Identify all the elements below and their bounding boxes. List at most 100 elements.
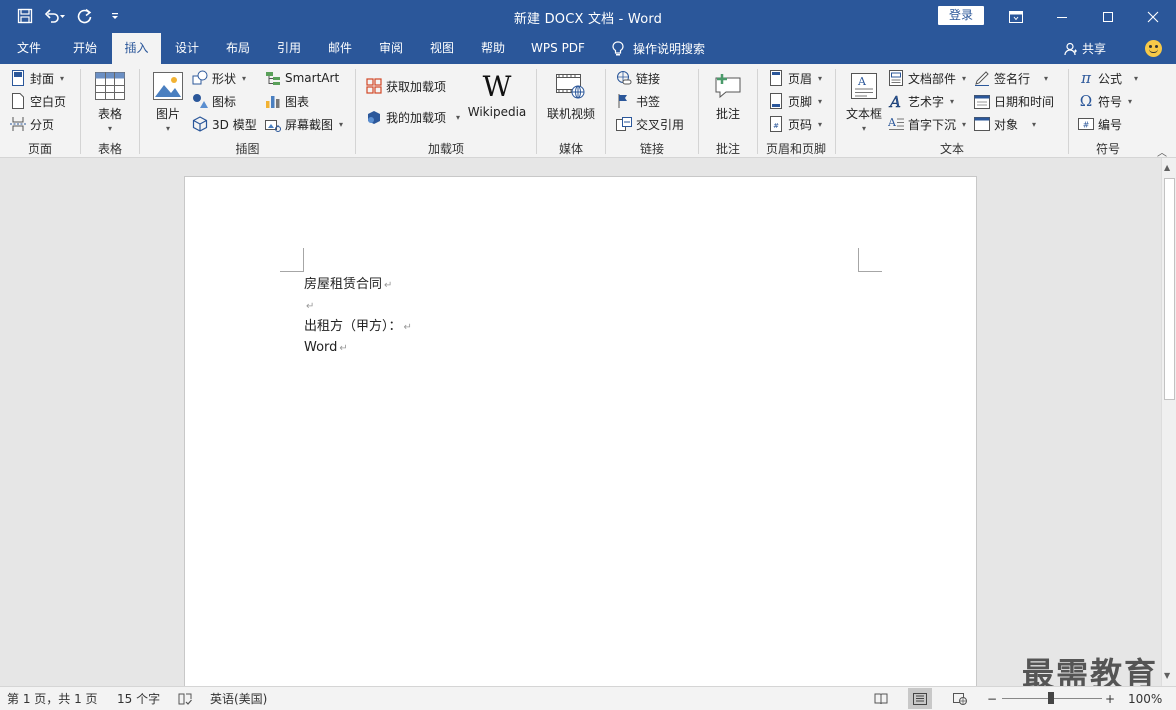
redo-icon[interactable]: [72, 4, 98, 28]
web-layout-icon[interactable]: [948, 688, 972, 709]
scroll-up-icon[interactable]: ▲: [1164, 163, 1170, 172]
word-count-status[interactable]: 15 个字: [117, 690, 160, 708]
shapes-button[interactable]: 形状 ▾: [192, 68, 246, 88]
group-label-media: 媒体: [558, 142, 583, 156]
zoom-out-icon[interactable]: −: [987, 690, 997, 708]
tab-insert[interactable]: 插入: [112, 33, 161, 64]
cover-page-button[interactable]: 封面 ▾: [10, 68, 64, 88]
date-time-button[interactable]: 日期和时间: [974, 91, 1054, 111]
tab-mailings[interactable]: 邮件: [317, 33, 363, 64]
chart-button[interactable]: 图表: [265, 91, 309, 111]
footer-label: 页脚: [788, 94, 813, 109]
undo-icon[interactable]: [42, 4, 68, 28]
vertical-scrollbar[interactable]: ▲ ▼: [1161, 158, 1176, 686]
page-count-status[interactable]: 第 1 页，共 1 页: [7, 690, 98, 708]
page-number-button[interactable]: # 页码 ▾: [768, 114, 822, 134]
minimize-icon[interactable]: [1039, 0, 1085, 33]
document-paragraph[interactable]: ↵: [304, 295, 412, 316]
customize-qat-icon[interactable]: [102, 4, 128, 28]
document-body[interactable]: 房屋租赁合同 ↵ ↵ 出租方（甲方）： ↵ Word ↵: [304, 274, 412, 358]
cube-icon: [192, 116, 208, 132]
comment-label: 批注: [715, 107, 740, 121]
signature-line-button[interactable]: 签名行 ▾: [974, 68, 1048, 88]
table-button[interactable]: 表格 ▾: [90, 70, 130, 133]
header-button[interactable]: 页眉 ▾: [768, 68, 822, 88]
document-canvas: 房屋租赁合同 ↵ ↵ 出租方（甲方）： ↵ Word ↵: [0, 158, 1161, 686]
comment-icon: [712, 70, 744, 102]
smartart-button[interactable]: SmartArt: [265, 68, 339, 88]
drop-cap-icon: A: [888, 116, 904, 132]
login-button[interactable]: 登录: [938, 6, 984, 25]
bookmark-button[interactable]: 书签: [616, 91, 660, 111]
tab-home[interactable]: 开始: [62, 33, 108, 64]
wikipedia-icon: W: [482, 69, 512, 103]
tab-view[interactable]: 视图: [419, 33, 465, 64]
collapse-ribbon-icon[interactable]: ︿: [1157, 144, 1167, 159]
zoom-slider-thumb[interactable]: [1048, 692, 1054, 704]
language-status[interactable]: 英语(美国): [210, 690, 267, 708]
cover-page-icon: [10, 70, 26, 86]
3d-models-button[interactable]: 3D 模型: [192, 114, 257, 134]
new-comment-button[interactable]: 批注: [708, 70, 748, 122]
save-icon[interactable]: [12, 4, 38, 28]
tab-design[interactable]: 设计: [164, 33, 210, 64]
pictures-button[interactable]: 图片 ▾: [149, 70, 187, 133]
document-paragraph[interactable]: Word ↵: [304, 337, 412, 358]
read-mode-icon[interactable]: [869, 688, 893, 709]
blank-page-button[interactable]: 空白页: [10, 91, 66, 111]
feedback-smiley-icon[interactable]: [1145, 40, 1162, 57]
get-addins-button[interactable]: 获取加载项: [366, 76, 446, 96]
online-video-label: 联机视频: [546, 107, 595, 121]
footer-button[interactable]: 页脚 ▾: [768, 91, 822, 111]
shapes-icon: [192, 70, 208, 86]
number-button[interactable]: # 编号: [1078, 114, 1122, 134]
icons-button[interactable]: 图标: [192, 91, 236, 111]
close-icon[interactable]: [1130, 0, 1176, 33]
text-box-button[interactable]: A 文本框 ▾: [843, 70, 885, 133]
wordart-button[interactable]: A 艺术字 ▾: [888, 91, 954, 111]
share-button[interactable]: 共享: [1064, 33, 1106, 64]
document-page[interactable]: 房屋租赁合同 ↵ ↵ 出租方（甲方）： ↵ Word ↵: [184, 176, 977, 686]
bookmark-icon: [616, 93, 632, 109]
group-label-pages: 页面: [27, 142, 52, 156]
screenshot-label: 屏幕截图: [285, 117, 334, 132]
proofing-status[interactable]: [178, 690, 192, 708]
object-button[interactable]: 对象 ▾: [974, 114, 1036, 134]
quick-parts-button[interactable]: 文档部件 ▾: [888, 68, 966, 88]
symbol-button[interactable]: Ω 符号 ▾: [1078, 91, 1132, 111]
drop-cap-button[interactable]: A 首字下沉 ▾: [888, 114, 966, 134]
document-paragraph[interactable]: 出租方（甲方）： ↵: [304, 316, 412, 337]
symbol-label: 符号: [1098, 94, 1123, 109]
zoom-level[interactable]: 100%: [1128, 690, 1162, 708]
share-label: 共享: [1082, 41, 1107, 56]
wikipedia-button[interactable]: W Wikipedia: [466, 69, 528, 120]
tab-review[interactable]: 审阅: [368, 33, 414, 64]
tab-file[interactable]: 文件: [8, 33, 50, 64]
object-label: 对象: [994, 117, 1019, 132]
tab-wps-pdf[interactable]: WPS PDF: [522, 33, 594, 64]
equation-button[interactable]: π 公式 ▾: [1078, 68, 1138, 88]
online-video-icon: [555, 70, 587, 102]
zoom-in-icon[interactable]: +: [1105, 690, 1115, 708]
print-layout-icon[interactable]: [908, 688, 932, 709]
page-break-button[interactable]: 分页: [10, 114, 54, 134]
header-icon: [768, 70, 784, 86]
tell-me-search[interactable]: 操作说明搜索: [612, 33, 705, 64]
my-addins-button[interactable]: 我的加载项 ▾: [366, 107, 460, 127]
link-button[interactable]: 链接: [616, 68, 660, 88]
title-bar: 新建 DOCX 文档 - Word 登录: [0, 0, 1176, 33]
cross-reference-button[interactable]: 交叉引用: [616, 114, 684, 134]
scrollbar-thumb[interactable]: [1164, 178, 1175, 400]
document-paragraph[interactable]: 房屋租赁合同 ↵: [304, 274, 412, 295]
maximize-icon[interactable]: [1085, 0, 1131, 33]
tab-help[interactable]: 帮助: [470, 33, 516, 64]
tab-layout[interactable]: 布局: [215, 33, 261, 64]
screenshot-button[interactable]: 屏幕截图 ▾: [265, 114, 343, 134]
scroll-down-icon[interactable]: ▼: [1164, 671, 1170, 680]
tab-references[interactable]: 引用: [266, 33, 312, 64]
online-video-button[interactable]: 联机视频: [543, 70, 599, 122]
bar-chart-icon: [265, 93, 281, 109]
cover-page-label: 封面: [30, 71, 55, 86]
paragraph-mark-icon: ↵: [339, 343, 348, 354]
ribbon-display-options-icon[interactable]: [993, 0, 1039, 33]
